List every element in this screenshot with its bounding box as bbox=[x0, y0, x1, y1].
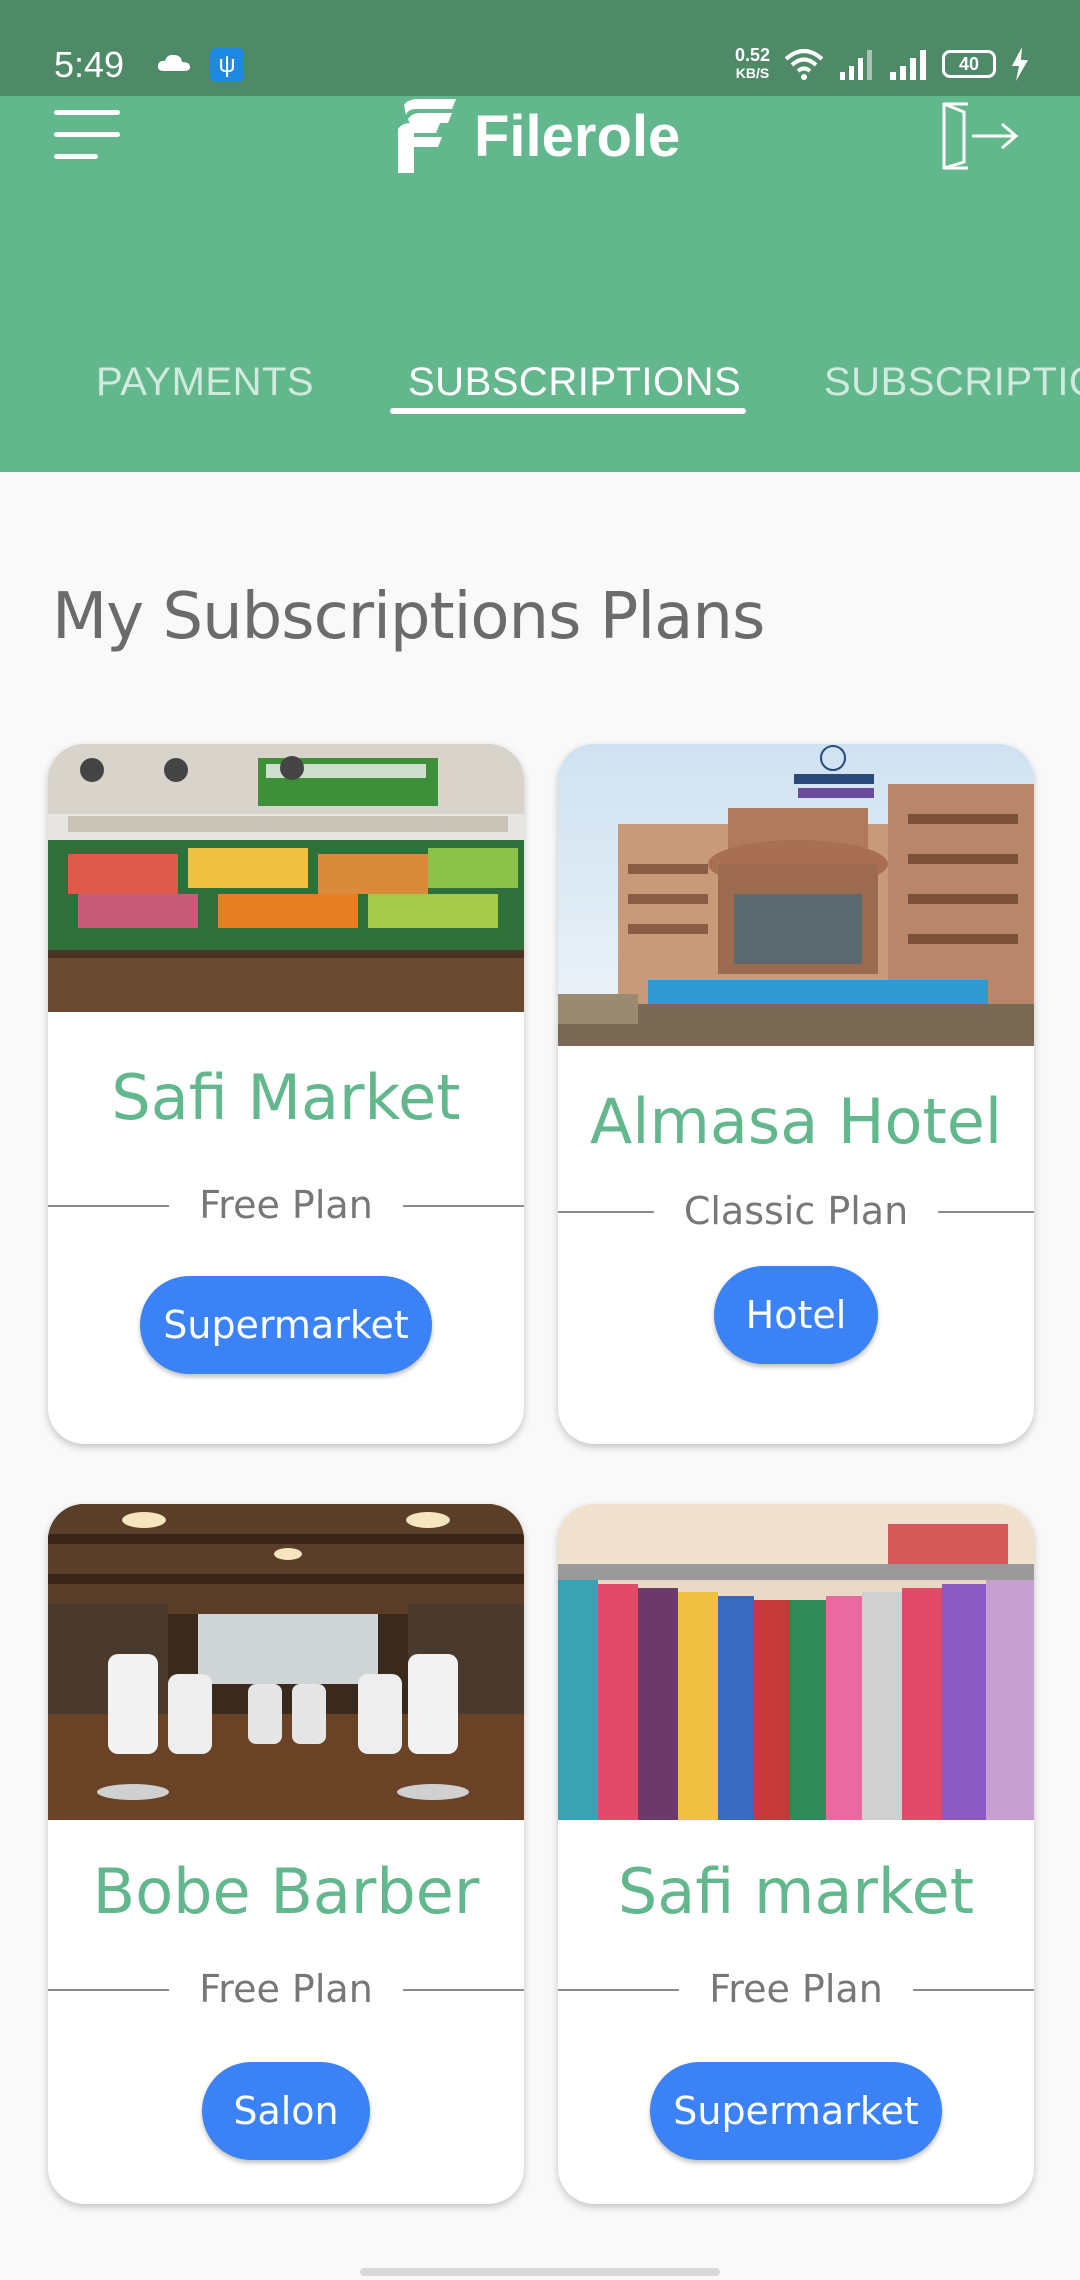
subscription-card[interactable]: Bobe Barber Free Plan Salon bbox=[48, 1504, 524, 2204]
signal-icon-2 bbox=[890, 50, 926, 80]
net-speed-value: 0.52 bbox=[734, 45, 770, 65]
category-button[interactable]: Supermarket bbox=[140, 1276, 432, 1374]
plan-label: Classic Plan bbox=[653, 1189, 939, 1233]
wifi-icon bbox=[784, 49, 824, 80]
app-header: Filerole PAYMENTS SUBSCRIPTIONS SUBSCRIP… bbox=[0, 96, 1080, 472]
tab-payments[interactable]: PAYMENTS bbox=[96, 360, 314, 440]
category-button[interactable]: Supermarket bbox=[650, 2062, 942, 2160]
supermarket-image bbox=[48, 744, 524, 1012]
page-title: My Subscriptions Plans bbox=[52, 580, 765, 654]
hotel-image bbox=[558, 744, 1034, 1046]
plan-row: Classic Plan bbox=[558, 1186, 1034, 1236]
cloud-icon bbox=[157, 54, 190, 71]
card-title: Safi Market bbox=[111, 1061, 461, 1134]
battery-icon: 40 bbox=[942, 50, 996, 78]
filerole-logo-icon bbox=[398, 99, 456, 173]
tab-subscriptions[interactable]: SUBSCRIPTIONS bbox=[408, 360, 741, 440]
category-button[interactable]: Hotel bbox=[714, 1266, 878, 1364]
divider bbox=[930, 1211, 1034, 1213]
card-title: Safi market bbox=[617, 1855, 975, 1928]
subscription-card[interactable]: Safi market Free Plan Supermarket bbox=[558, 1504, 1034, 2204]
subscription-card[interactable]: Safi Market Free Plan Supermarket bbox=[48, 744, 524, 1444]
plan-label: Free Plan bbox=[169, 1183, 403, 1227]
plan-row: Free Plan bbox=[48, 1964, 524, 2014]
plan-row: Free Plan bbox=[558, 1964, 1034, 2014]
tab-subscriptions-2[interactable]: SUBSCRIPTIO bbox=[824, 360, 1080, 440]
charging-icon bbox=[1012, 47, 1028, 81]
barbershop-image bbox=[48, 1504, 524, 1820]
divider bbox=[402, 1989, 524, 1991]
card-title: Bobe Barber bbox=[92, 1855, 480, 1928]
divider bbox=[48, 1989, 170, 1991]
divider bbox=[558, 1211, 662, 1213]
status-bar: 5:49 ψ 0.52 KB/S 40 bbox=[0, 0, 1080, 96]
card-title: Almasa Hotel bbox=[589, 1085, 1003, 1158]
tab-bar: PAYMENTS SUBSCRIPTIONS SUBSCRIPTIO bbox=[0, 320, 1080, 472]
app-title: Filerole bbox=[474, 103, 681, 169]
plan-label: Free Plan bbox=[169, 1967, 403, 2011]
net-speed: 0.52 KB/S bbox=[735, 46, 770, 82]
usb-icon: ψ bbox=[210, 48, 244, 82]
divider bbox=[402, 1205, 524, 1207]
clothing-store-image bbox=[558, 1504, 1034, 1820]
category-button[interactable]: Salon bbox=[202, 2062, 370, 2160]
menu-icon[interactable] bbox=[54, 110, 120, 164]
status-right: 0.52 KB/S 40 bbox=[735, 44, 1030, 84]
app-logo: Filerole bbox=[394, 96, 680, 176]
plan-row: Free Plan bbox=[48, 1180, 524, 1230]
subscription-card[interactable]: Almasa Hotel Classic Plan Hotel bbox=[558, 744, 1034, 1444]
tab-active-indicator bbox=[390, 408, 746, 414]
divider bbox=[912, 1989, 1034, 1991]
signal-icon bbox=[840, 50, 872, 80]
divider bbox=[558, 1989, 680, 1991]
net-speed-unit: KB/S bbox=[735, 65, 770, 81]
logout-icon[interactable] bbox=[938, 98, 1022, 174]
plan-label: Free Plan bbox=[679, 1967, 913, 2011]
home-indicator[interactable] bbox=[360, 2268, 720, 2276]
status-time: 5:49 bbox=[54, 44, 125, 85]
divider bbox=[48, 1205, 170, 1207]
